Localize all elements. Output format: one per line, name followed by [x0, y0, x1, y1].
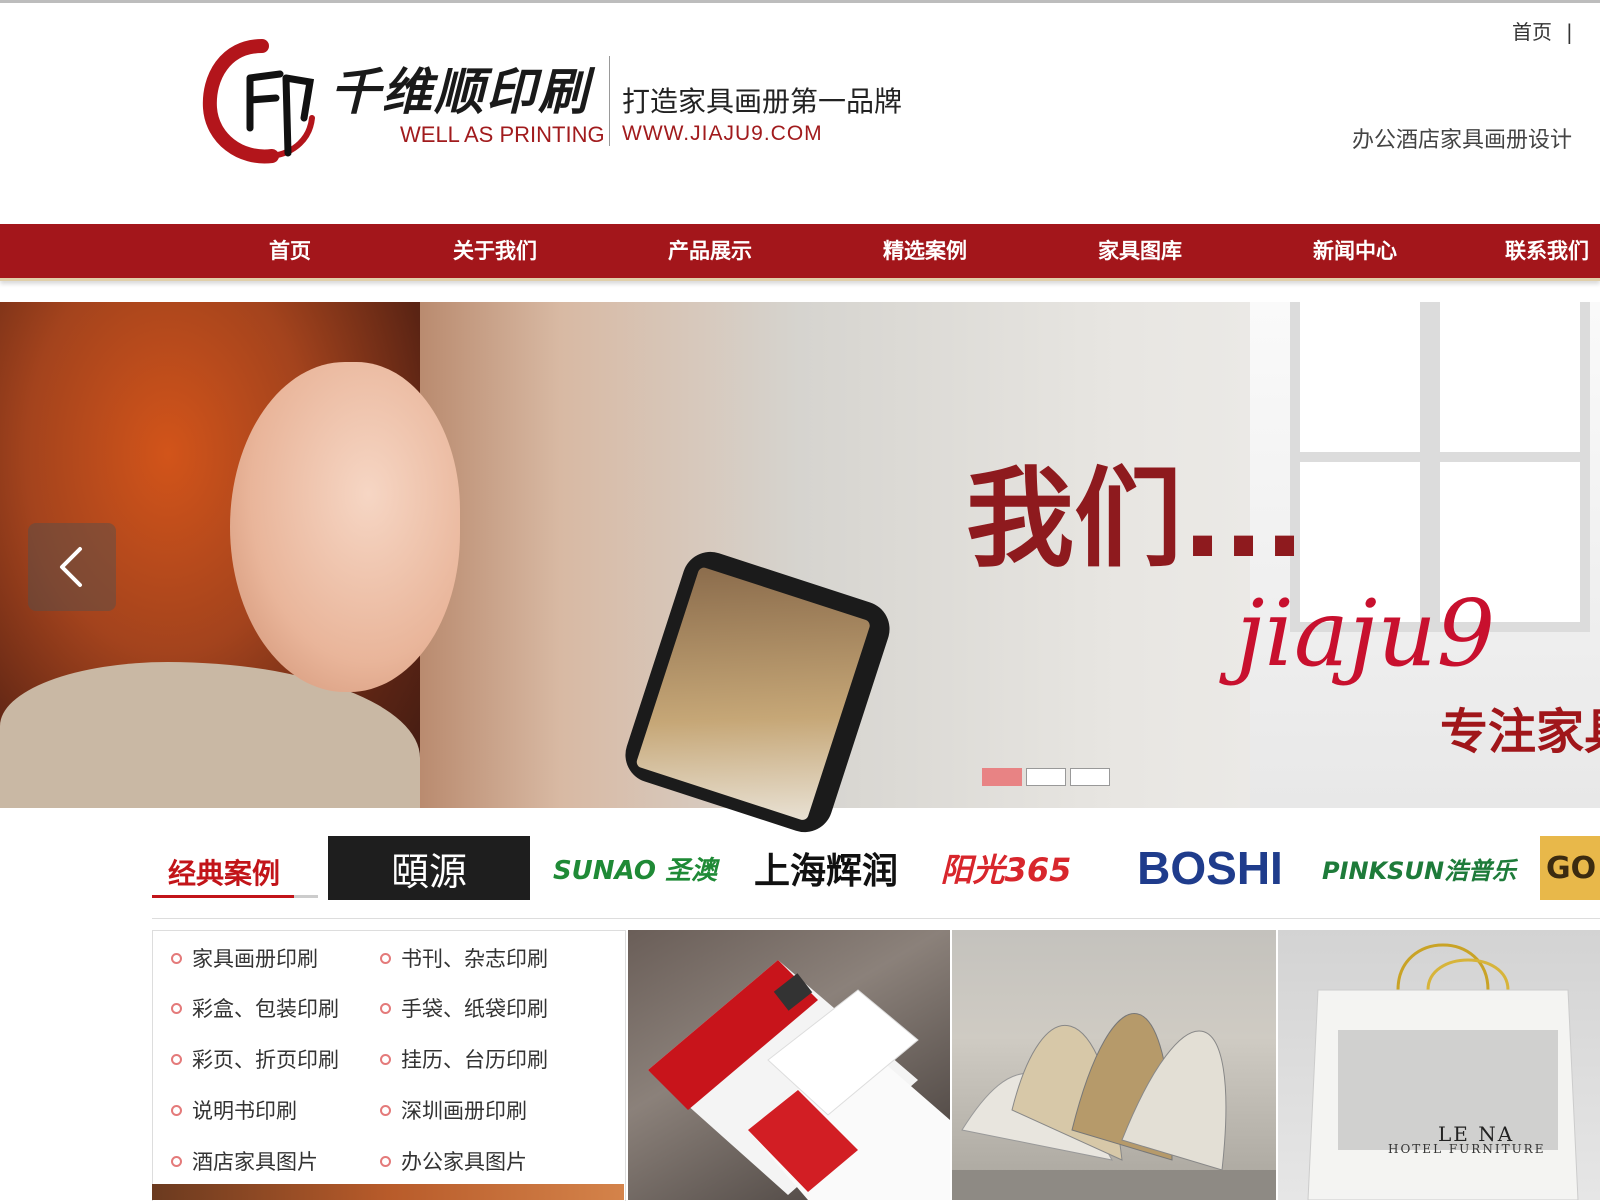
banner-brand: jiaju9 — [1236, 580, 1496, 687]
bullet-icon — [171, 1155, 182, 1167]
category-item[interactable]: 酒店家具图片 — [171, 1146, 318, 1176]
bullet-icon — [171, 1002, 182, 1014]
category-label: 说明书印刷 — [192, 1099, 297, 1123]
case-logo-text: GO — [1546, 850, 1597, 886]
banner-dot-1[interactable] — [982, 768, 1022, 786]
bullet-icon — [380, 1104, 391, 1116]
category-label: 挂历、台历印刷 — [401, 1048, 548, 1072]
nav-item-gallery[interactable]: 家具图库 — [1075, 224, 1205, 278]
category-label: 家具画册印刷 — [192, 947, 318, 971]
cases-divider — [152, 918, 1600, 919]
banner-dot-2[interactable] — [1026, 768, 1066, 786]
case-logo-yangguang[interactable]: 阳光365 — [930, 836, 1082, 900]
nav-item-news[interactable]: 新闻中心 — [1290, 224, 1420, 278]
cases-underline-tail — [294, 895, 318, 898]
bullet-icon — [380, 1053, 391, 1065]
bullet-icon — [380, 1002, 391, 1014]
category-item[interactable]: 办公家具图片 — [380, 1146, 527, 1176]
top-link-home[interactable]: 首页 — [1512, 20, 1552, 44]
bullet-icon — [171, 1104, 182, 1116]
photo-business-cards[interactable] — [628, 930, 950, 1200]
category-label: 办公家具图片 — [401, 1150, 527, 1174]
main-navigation: 首页 关于我们 产品展示 精选案例 家具图库 新闻中心 联系我们 — [0, 224, 1600, 281]
category-label: 书刊、杂志印刷 — [401, 947, 548, 971]
category-item[interactable]: 彩盒、包装印刷 — [171, 993, 339, 1023]
case-logo-huirun[interactable]: 上海辉润 — [745, 836, 907, 900]
case-logo-boshi[interactable]: BOSHI — [1118, 836, 1302, 900]
case-logo-text: 阳光365 — [940, 851, 1072, 889]
header-tagline: 办公酒店家具画册设计 — [1352, 128, 1573, 153]
top-links: 首页 | — [1512, 16, 1583, 45]
nav-item-about[interactable]: 关于我们 — [430, 224, 560, 278]
case-logo-text: PINKSUN浩普乐 — [1321, 856, 1517, 885]
bag-subtitle: HOTEL FURNITURE — [1388, 1142, 1546, 1156]
category-item[interactable]: 挂历、台历印刷 — [380, 1044, 548, 1074]
bullet-icon — [380, 952, 391, 964]
category-item[interactable]: 书刊、杂志印刷 — [380, 943, 548, 973]
case-logo-text: 頤源 — [390, 849, 467, 894]
magazines-image — [952, 1013, 1276, 1200]
category-item[interactable]: 手袋、纸袋印刷 — [380, 993, 548, 1023]
banner-prev-button[interactable] — [28, 523, 116, 611]
nav-item-cases[interactable]: 精选案例 — [860, 224, 990, 278]
case-logo-text: SUNAO 圣澳 — [552, 855, 718, 886]
seal-logo-icon — [202, 39, 315, 164]
case-logo-sunao[interactable]: SUNAO 圣澳 — [550, 836, 720, 900]
banner-dot-3[interactable] — [1070, 768, 1110, 786]
category-item[interactable]: 说明书印刷 — [171, 1095, 297, 1125]
case-logo-text: 上海辉润 — [753, 851, 898, 892]
category-item[interactable]: 深圳画册印刷 — [380, 1095, 527, 1125]
top-border-line — [0, 0, 1600, 3]
site-logo[interactable]: 千维顺印刷 WELL AS PRINTING 打造家具画册第一品牌 WWW.JI… — [200, 38, 920, 168]
brand-name-en: WELL AS PRINTING — [400, 122, 605, 147]
case-logo-go[interactable]: GO — [1540, 836, 1600, 900]
case-logo-pinksun[interactable]: PINKSUN浩普乐 — [1320, 836, 1518, 900]
banner-subtitle: 专注家具 — [1440, 704, 1600, 760]
category-item[interactable]: 彩页、折页印刷 — [171, 1044, 339, 1074]
category-label: 酒店家具图片 — [192, 1150, 318, 1174]
site-url: WWW.JIAJU9.COM — [622, 122, 823, 145]
bullet-icon — [171, 952, 182, 964]
bullet-icon — [171, 1053, 182, 1065]
category-item[interactable]: 家具画册印刷 — [171, 943, 318, 973]
nav-item-contact[interactable]: 联系我们 — [1505, 224, 1600, 278]
brand-name-cn: 千维顺印刷 — [330, 62, 590, 121]
banner-face — [230, 362, 460, 692]
cases-heading: 经典案例 — [152, 836, 318, 900]
case-logo-yiyuan[interactable]: 頤源 — [328, 836, 530, 900]
cases-underline — [152, 895, 294, 898]
category-label: 彩页、折页印刷 — [192, 1048, 339, 1072]
photo-shopping-bag[interactable]: LE NA HOTEL FURNITURE — [1278, 930, 1600, 1200]
top-link-separator: | — [1566, 20, 1573, 44]
category-list: 家具画册印刷 书刊、杂志印刷 彩盒、包装印刷 手袋、纸袋印刷 彩页、折页印刷 挂… — [152, 930, 626, 1201]
category-label: 深圳画册印刷 — [401, 1099, 527, 1123]
photo-magazines[interactable] — [952, 930, 1276, 1200]
brand-slogan: 打造家具画册第一品牌 — [622, 85, 903, 118]
chevron-left-icon — [60, 547, 82, 587]
case-logo-text: BOSHI — [1137, 842, 1283, 894]
bullet-icon — [380, 1155, 391, 1167]
business-cards-image — [648, 960, 950, 1200]
category-label: 彩盒、包装印刷 — [192, 997, 339, 1021]
logo-divider — [609, 56, 610, 146]
banner-title: 我们... — [966, 457, 1306, 582]
category-bottom-image[interactable] — [152, 1184, 624, 1200]
nav-item-home[interactable]: 首页 — [230, 224, 350, 278]
category-label: 手袋、纸袋印刷 — [401, 997, 548, 1021]
cases-title[interactable]: 经典案例 — [168, 852, 280, 892]
shopping-bag-image — [1307, 943, 1579, 1200]
nav-item-products[interactable]: 产品展示 — [645, 224, 775, 278]
